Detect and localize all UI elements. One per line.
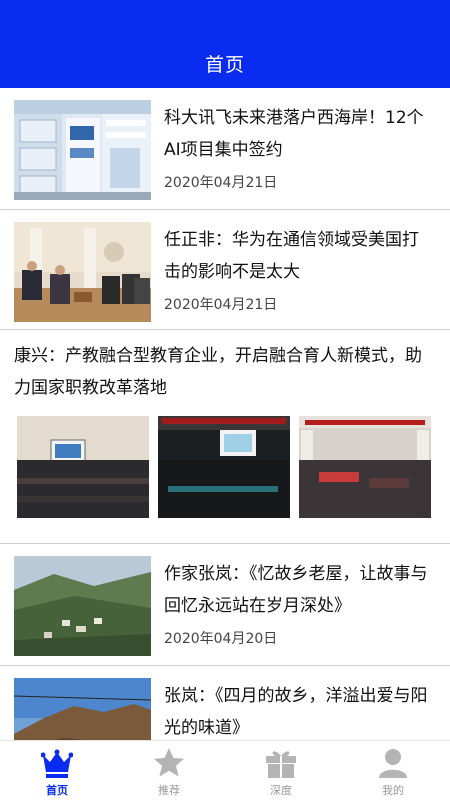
tab-recommend[interactable]: 推荐	[113, 741, 225, 800]
news-headline[interactable]: 科大讯飞未来港落户西海岸！12个AI项目集中签约	[164, 102, 434, 166]
news-gallery[interactable]	[17, 416, 431, 518]
app-header: 首页	[0, 0, 450, 88]
news-date: 2020年04月21日	[164, 297, 278, 313]
news-headline[interactable]: 任正非：华为在通信领域受美国打击的影响不是太大	[164, 224, 434, 288]
gallery-image[interactable]	[158, 416, 290, 518]
news-item[interactable]: 任正非：华为在通信领域受美国打击的影响不是太大 2020年04月21日	[0, 210, 450, 330]
tab-depth[interactable]: 深度	[225, 741, 337, 800]
gallery-image[interactable]	[17, 416, 149, 518]
gallery-image[interactable]	[299, 416, 431, 518]
news-feed[interactable]: 科大讯飞未来港落户西海岸！12个AI项目集中签约 2020年04月21日 任正非…	[0, 88, 450, 740]
news-date: 2020年04月21日	[164, 175, 278, 191]
tab-profile[interactable]: 我的	[337, 741, 449, 800]
tab-label: 深度	[270, 784, 292, 797]
gift-icon	[265, 747, 297, 779]
crown-icon	[40, 747, 74, 779]
tab-label: 首页	[46, 784, 68, 797]
bottom-tab-bar: 首页 推荐 深度 我的	[0, 740, 450, 800]
tab-label: 我的	[382, 784, 404, 797]
news-headline[interactable]: 康兴：产教融合型教育企业，开启融合育人新模式，助力国家职教改革落地	[14, 340, 436, 404]
news-item[interactable]: 张岚：《四月的故乡，洋溢出爱与阳光的味道》	[0, 666, 450, 740]
news-thumbnail[interactable]	[14, 556, 151, 656]
news-item[interactable]: 康兴：产教融合型教育企业，开启融合育人新模式，助力国家职教改革落地	[0, 330, 450, 544]
news-headline[interactable]: 作家张岚：《忆故乡老屋，让故事与回忆永远站在岁月深处》	[164, 558, 434, 622]
news-item[interactable]: 科大讯飞未来港落户西海岸！12个AI项目集中签约 2020年04月21日	[0, 88, 450, 210]
news-thumbnail[interactable]	[14, 678, 151, 740]
star-icon	[153, 747, 185, 779]
tab-home[interactable]: 首页	[1, 741, 113, 800]
news-date: 2020年04月20日	[164, 631, 278, 647]
news-item[interactable]: 作家张岚：《忆故乡老屋，让故事与回忆永远站在岁月深处》 2020年04月20日	[0, 544, 450, 666]
tab-label: 推荐	[158, 784, 180, 797]
user-icon	[377, 747, 409, 779]
news-thumbnail[interactable]	[14, 100, 151, 200]
news-thumbnail[interactable]	[14, 222, 151, 322]
page-title: 首页	[204, 54, 245, 76]
news-headline[interactable]: 张岚：《四月的故乡，洋溢出爱与阳光的味道》	[164, 680, 434, 740]
